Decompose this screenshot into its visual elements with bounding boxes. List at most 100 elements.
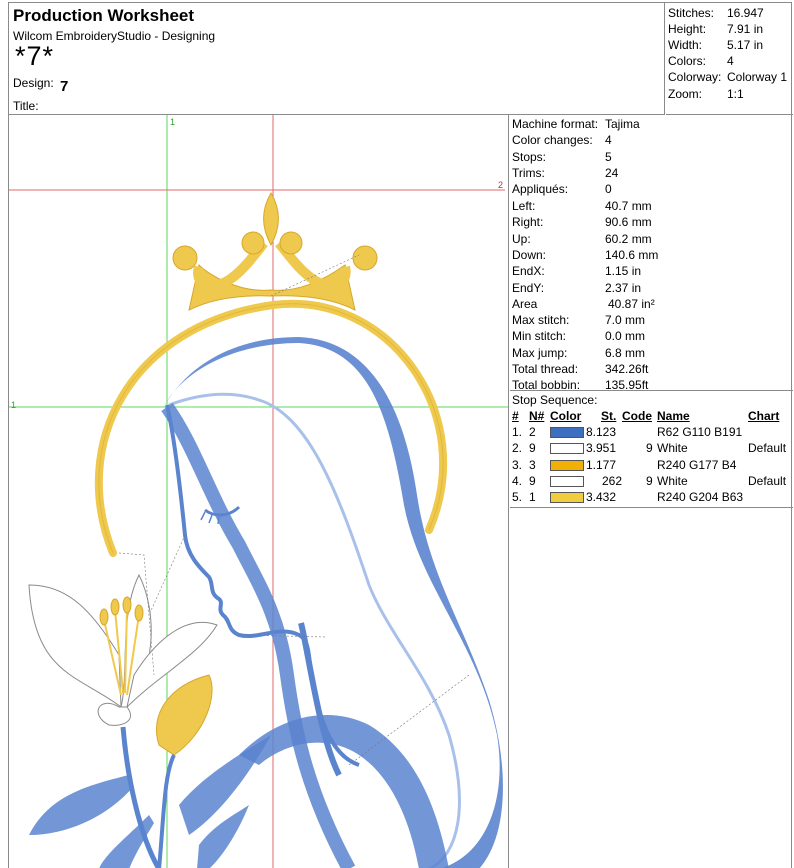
color-swatch (550, 460, 584, 471)
info-label: Area (512, 297, 538, 311)
stamen-anther (99, 608, 109, 626)
stop-stitches: 8.123 (586, 425, 617, 439)
stat-value: 4 (727, 54, 734, 68)
info-value: 342.26ft (605, 362, 649, 376)
info-value: 0 (605, 182, 612, 196)
col-name: Name (657, 409, 690, 423)
stop-num: 1. (512, 425, 523, 439)
guide-label-h: 1 (11, 400, 16, 410)
info-value: 7.0 mm (605, 313, 646, 327)
stamen-anther (110, 598, 120, 616)
lily-bud (155, 674, 213, 756)
stop-needle: 2 (529, 425, 536, 439)
stop-num: 5. (512, 490, 523, 504)
stat-value: 7.91 in (727, 22, 764, 36)
info-value: 1.15 in (605, 264, 642, 278)
stat-value: 16.947 (727, 6, 764, 20)
stop-code: 9 (646, 441, 653, 455)
crown-fleur-right (279, 231, 303, 255)
crown-right-orb (352, 245, 378, 271)
leaf-left (29, 775, 133, 835)
info-label: Total bobbin: (512, 378, 581, 392)
crown-fleur-top (263, 192, 279, 247)
color-swatch (550, 476, 584, 487)
leaf-right (179, 735, 271, 835)
stop-row: 5. 1 3.432 R240 G204 B63 (510, 490, 793, 506)
info-value: 140.6 mm (605, 248, 659, 262)
col-stitches: St. (601, 409, 617, 423)
col-color: Color (550, 409, 582, 423)
stop-num: 4. (512, 474, 523, 488)
stat-label: Height: (668, 22, 707, 36)
stop-chart: Default (748, 441, 787, 455)
info-value: 40.7 mm (605, 199, 652, 213)
stat-label: Width: (668, 38, 703, 52)
stat-value: 5.17 in (727, 38, 764, 52)
stop-needle: 9 (529, 474, 536, 488)
stop-name: R240 G204 B63 (657, 490, 744, 504)
info-value: 90.6 mm (605, 215, 652, 229)
crown-fleur-left (241, 231, 265, 255)
info-label: Total thread: (512, 362, 579, 376)
stat-value: Colorway 1 (727, 70, 788, 84)
stop-needle: 3 (529, 458, 536, 472)
stop-num: 3. (512, 458, 523, 472)
color-swatch (550, 443, 584, 454)
embroidery-preview: 1 1 2 (9, 115, 508, 868)
stat-label: Zoom: (668, 87, 703, 101)
col-chart: Chart (748, 409, 780, 423)
stop-name: White (657, 474, 688, 488)
info-label: Right: (512, 215, 544, 229)
guide-label-v: 1 (170, 117, 175, 127)
stop-code: 9 (646, 474, 653, 488)
worksheet-header: Production Worksheet Wilcom EmbroiderySt… (9, 3, 665, 115)
header-stats: Stitches: 16.947 Height: 7.91 in Width: 5.1… (666, 3, 793, 115)
stop-stitches: 262 (602, 474, 623, 488)
crown-left-orb (172, 245, 198, 271)
info-value: 4 (605, 133, 612, 147)
machine-info-panel: Machine format: Tajima Color changes: 4 St… (510, 115, 793, 392)
stop-name: White (657, 441, 688, 455)
guide-label-red: 2 (498, 180, 503, 190)
design-value: 7 (60, 78, 69, 95)
stop-needle: 9 (529, 441, 536, 455)
stop-row: 3. 3 1.177 R240 G177 B4 (510, 458, 793, 474)
col-needle: N# (529, 409, 545, 423)
stop-needle: 1 (529, 490, 536, 504)
stop-chart: Default (748, 474, 787, 488)
color-swatch (550, 427, 584, 438)
lily-base (97, 702, 132, 726)
worksheet-frame: Production Worksheet Wilcom EmbroiderySt… (8, 2, 793, 868)
info-value: 40.87 in² (608, 297, 655, 311)
stat-label: Colors: (668, 54, 707, 68)
info-value: 0.0 mm (605, 329, 646, 343)
info-label: Appliqués: (512, 182, 569, 196)
stop-row: 2. 9 3.951 9 White Default (510, 441, 793, 457)
stamen-anther (134, 604, 144, 622)
stamen-anther (122, 596, 132, 614)
info-label: EndY: (512, 281, 545, 295)
info-label: EndX: (512, 264, 545, 278)
info-label: Color changes: (512, 133, 593, 147)
info-label: Max stitch: (512, 313, 570, 327)
info-value: 6.8 mm (605, 346, 646, 360)
info-label: Stops: (512, 150, 547, 164)
info-label: Min stitch: (512, 329, 567, 343)
info-label: Up: (512, 232, 531, 246)
info-label: Machine format: (512, 117, 599, 131)
title-label: Title: (13, 99, 39, 113)
stop-sequence-title: Stop Sequence: (512, 393, 598, 407)
color-swatch (550, 492, 584, 503)
stop-row: 4. 9 262 9 White Default (510, 474, 793, 490)
info-label: Down: (512, 248, 547, 262)
info-value: 2.37 in (605, 281, 642, 295)
info-value: 5 (605, 150, 612, 164)
info-label: Trims: (512, 166, 545, 180)
design-label: Design: (13, 76, 54, 90)
lily-petal-left (28, 584, 122, 709)
stop-stitches: 3.432 (586, 490, 617, 504)
stop-name: R240 G177 B4 (657, 458, 737, 472)
stop-stitches: 1.177 (586, 458, 617, 472)
info-label: Left: (512, 199, 536, 213)
stop-row: 1. 2 8.123 R62 G110 B191 (510, 425, 793, 441)
